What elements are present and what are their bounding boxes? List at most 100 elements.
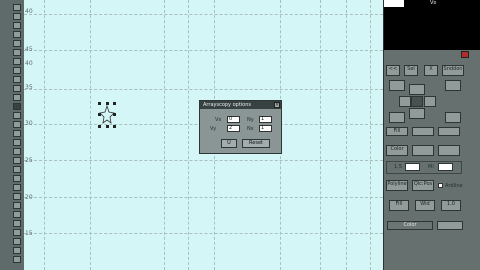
scale-tool-button[interactable]	[13, 94, 21, 101]
fill-tool-button[interactable]	[13, 157, 21, 164]
preview-pane	[384, 0, 480, 50]
flip-tool-button[interactable]	[13, 112, 21, 119]
nx-label: Nx	[247, 126, 254, 132]
circle-tool-button[interactable]	[13, 31, 21, 38]
vx-input[interactable]: 0	[227, 116, 240, 123]
edit-tool-button[interactable]	[13, 130, 21, 137]
undo-tool-button[interactable]	[13, 238, 21, 245]
option-button[interactable]	[438, 145, 460, 156]
group-tool-button[interactable]	[13, 166, 21, 173]
corner-button[interactable]	[389, 80, 405, 91]
resize-handle[interactable]	[113, 113, 116, 116]
point-tool-button[interactable]	[13, 139, 21, 146]
reset-button[interactable]: Reset	[242, 139, 270, 148]
preview-swatch	[384, 0, 404, 7]
rect-tool-button[interactable]	[13, 22, 21, 29]
left-arrow-icon[interactable]	[399, 96, 411, 107]
arc-tool-button[interactable]	[13, 49, 21, 56]
axis-label: 40	[25, 60, 33, 67]
selected-shape[interactable]	[98, 102, 116, 128]
color-apply-button[interactable]	[437, 221, 463, 230]
grid-line	[320, 0, 321, 270]
back-button[interactable]: <<	[386, 65, 400, 76]
color-dropdown[interactable]: Color	[387, 221, 433, 230]
resize-handle[interactable]	[106, 102, 109, 105]
ardline-label: Ardline	[445, 183, 463, 189]
corner-button[interactable]	[445, 112, 461, 123]
close-icon[interactable]: ×	[274, 102, 280, 108]
right-arrow-icon[interactable]	[424, 96, 436, 107]
delete-tool-button[interactable]	[13, 121, 21, 128]
axis-label: 15	[25, 230, 33, 237]
nx-input[interactable]: 1	[259, 125, 272, 132]
select-tool-button[interactable]	[13, 4, 21, 11]
up-arrow-icon[interactable]	[409, 84, 425, 95]
option-button[interactable]	[438, 127, 460, 136]
dialog-title-bar[interactable]: Arrayscopy options ×	[200, 101, 281, 109]
line-width-input[interactable]	[405, 163, 420, 171]
resize-handle[interactable]	[106, 125, 109, 128]
vx-label: Vx	[215, 117, 222, 123]
polyline-button[interactable]: Polyline	[386, 180, 408, 191]
rotate-tool-button[interactable]	[13, 85, 21, 92]
ardline-checkbox[interactable]	[438, 183, 443, 188]
dialog-title: Arrayscopy options	[203, 102, 252, 108]
grid-line	[24, 197, 383, 198]
option-button[interactable]	[412, 127, 434, 136]
corner-button[interactable]	[445, 80, 461, 91]
ny-label: Ny	[247, 117, 254, 123]
ok-button[interactable]: Ü	[221, 139, 237, 148]
corner-button[interactable]	[389, 112, 405, 123]
grid-line	[90, 0, 91, 270]
clc-pos-button[interactable]: Qlc:Pos	[412, 180, 434, 191]
dimension-tool-button[interactable]	[13, 148, 21, 155]
polyline-tool-button[interactable]	[13, 40, 21, 47]
ungroup-tool-button[interactable]	[13, 175, 21, 182]
resize-handle[interactable]	[98, 113, 101, 116]
grid-line	[24, 14, 383, 15]
resize-handle[interactable]	[113, 125, 116, 128]
axis-label: 20	[25, 194, 33, 201]
pan-tool-button[interactable]	[13, 229, 21, 236]
grid-line	[44, 0, 45, 270]
axis-label: 40	[25, 8, 33, 15]
fill-button[interactable]: Fill	[386, 127, 408, 136]
array-copy-tool-button[interactable]	[13, 103, 21, 110]
export-tool-button[interactable]	[13, 256, 21, 263]
snap-tool-button[interactable]	[13, 202, 21, 209]
vy-label: Vy	[210, 126, 217, 132]
layer-tool-button[interactable]	[13, 184, 21, 191]
select-button[interactable]: Sel	[404, 65, 418, 76]
axis-label: 25	[25, 157, 33, 164]
vy-input[interactable]: 2	[227, 125, 240, 132]
zoom-in-tool-button[interactable]	[13, 211, 21, 218]
drawing-toolbar	[0, 0, 25, 270]
ny-input[interactable]: 1	[259, 116, 272, 123]
resize-handle[interactable]	[98, 125, 101, 128]
down-arrow-icon[interactable]	[409, 108, 425, 119]
snddon-button[interactable]: Snddon	[442, 65, 464, 76]
mi-input[interactable]	[438, 163, 453, 171]
zoom-out-tool-button[interactable]	[13, 220, 21, 227]
copy-tool-button[interactable]	[13, 76, 21, 83]
preview-title: ᐯᴅ	[430, 0, 437, 6]
resize-handle[interactable]	[113, 102, 116, 105]
option-button[interactable]	[412, 145, 434, 156]
axis-label: 30	[25, 120, 33, 127]
fill-button[interactable]: Fill	[389, 200, 409, 211]
redo-tool-button[interactable]	[13, 247, 21, 254]
close-icon[interactable]	[461, 51, 469, 58]
grid-line	[24, 89, 383, 90]
width-button[interactable]: Wid	[415, 200, 435, 211]
scale-button[interactable]: 1.0	[441, 200, 461, 211]
grid-line	[346, 0, 347, 270]
center-button[interactable]	[411, 96, 423, 107]
grid-line	[24, 233, 383, 234]
text-tool-button[interactable]	[13, 58, 21, 65]
resize-handle[interactable]	[98, 102, 101, 105]
line-tool-button[interactable]	[13, 13, 21, 20]
color-button[interactable]: Color	[386, 145, 408, 156]
grid-tool-button[interactable]	[13, 193, 21, 200]
move-tool-button[interactable]	[13, 67, 21, 74]
x-button[interactable]: X	[424, 65, 438, 76]
